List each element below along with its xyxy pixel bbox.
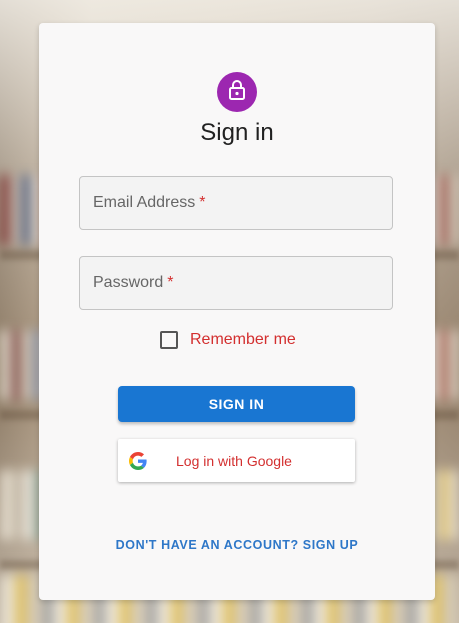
email-field-label: Email Address: [93, 194, 196, 211]
email-field[interactable]: Email Address *: [79, 176, 393, 230]
google-login-label: Log in with Google: [176, 452, 292, 469]
remember-me-checkbox[interactable]: [160, 331, 178, 349]
required-mark: *: [167, 274, 174, 291]
signin-button[interactable]: SIGN IN: [118, 386, 355, 422]
signin-card: Sign in Email Address * Password * Remembe…: [39, 23, 435, 600]
lock-icon: [227, 79, 247, 106]
required-mark: *: [199, 194, 206, 211]
page-title: Sign in: [200, 119, 274, 146]
password-field-label: Password: [93, 274, 164, 291]
remember-me-label: Remember me: [190, 331, 296, 348]
avatar: [217, 72, 257, 112]
google-login-button[interactable]: Log in with Google: [118, 439, 355, 482]
google-icon: [128, 451, 148, 471]
remember-me-option[interactable]: Remember me: [160, 331, 296, 349]
password-field[interactable]: Password *: [79, 256, 393, 310]
signup-link[interactable]: DON'T HAVE AN ACCOUNT? SIGN UP: [39, 538, 435, 552]
